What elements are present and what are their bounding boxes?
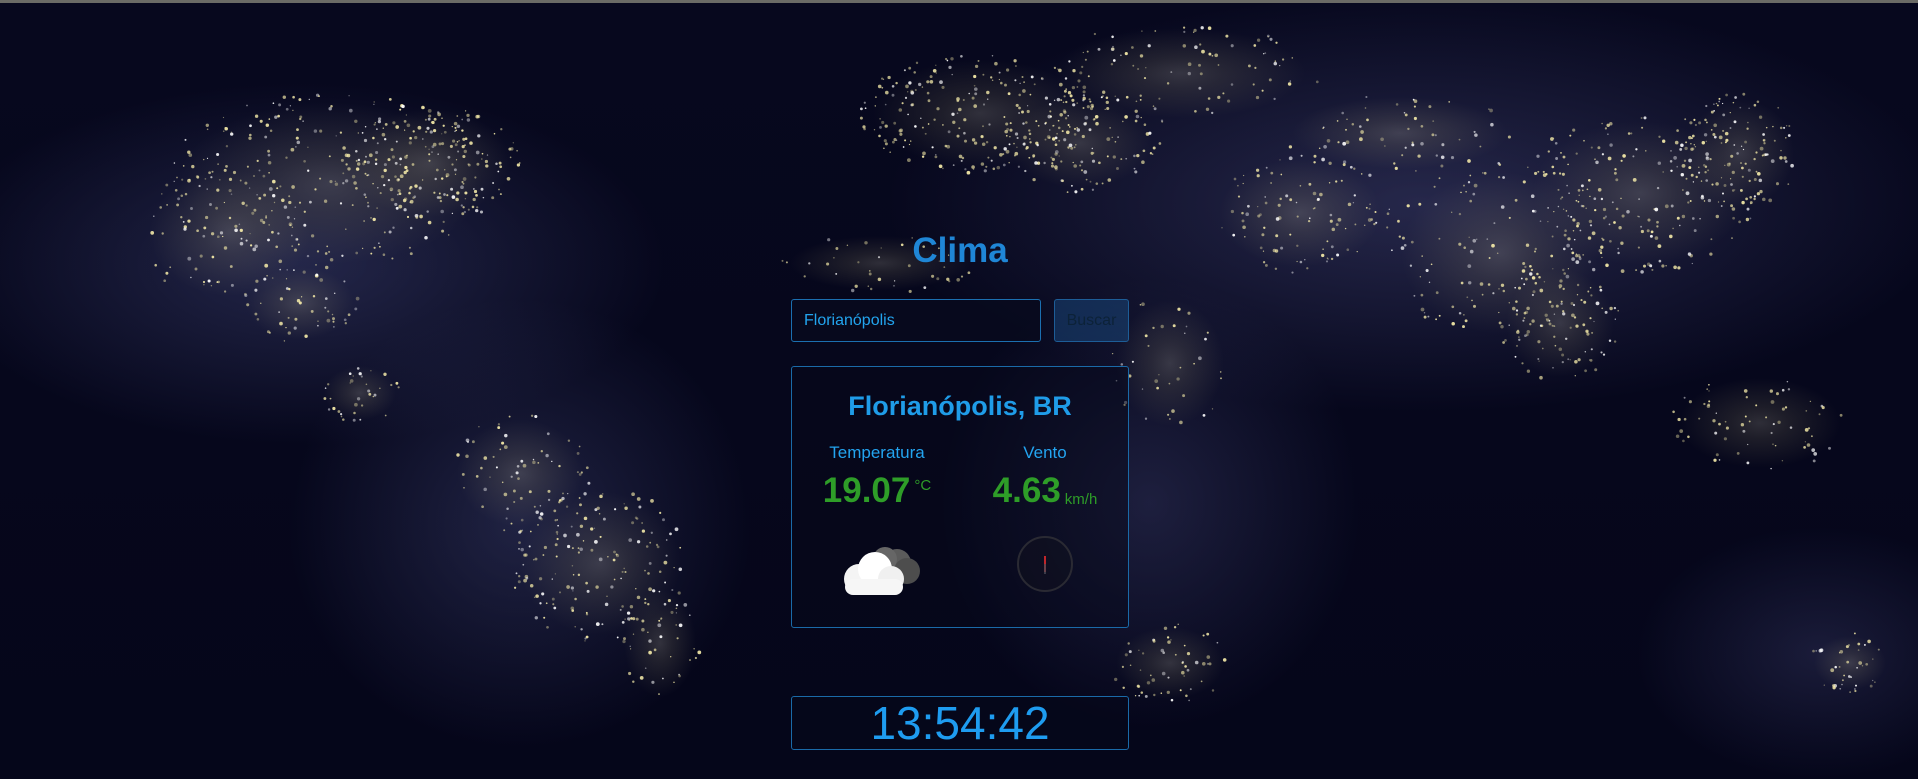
temperature-value: 19.07: [822, 471, 911, 510]
wind-reading: 4.63 km/h: [960, 471, 1130, 511]
wind-column: Vento 4.63 km/h: [960, 443, 1130, 511]
app-title: Clima: [912, 231, 1008, 270]
wind-label: Vento: [1023, 443, 1067, 462]
temperature-column: Temperatura 19.07 °C: [792, 443, 962, 511]
clock-box: 13:54:42: [791, 696, 1129, 750]
city-name: Florianópolis, BR: [848, 391, 1072, 421]
wind-value: 4.63: [992, 471, 1061, 510]
temperature-unit: °C: [914, 477, 932, 494]
temperature-reading: 19.07 °C: [792, 471, 962, 511]
clock-time: 13:54:42: [870, 697, 1050, 749]
search-button[interactable]: Buscar: [1054, 299, 1129, 342]
city-search-input[interactable]: [791, 299, 1041, 342]
temperature-label: Temperatura: [829, 443, 925, 462]
compass-icon: [1017, 536, 1073, 592]
world-map-background: Clima Buscar Florianópolis, BR Temperatu…: [0, 0, 1918, 779]
weather-card: Florianópolis, BR Temperatura 19.07 °C Ve…: [791, 366, 1129, 628]
wind-unit: km/h: [1064, 491, 1098, 508]
cloud-icon: [844, 547, 920, 595]
